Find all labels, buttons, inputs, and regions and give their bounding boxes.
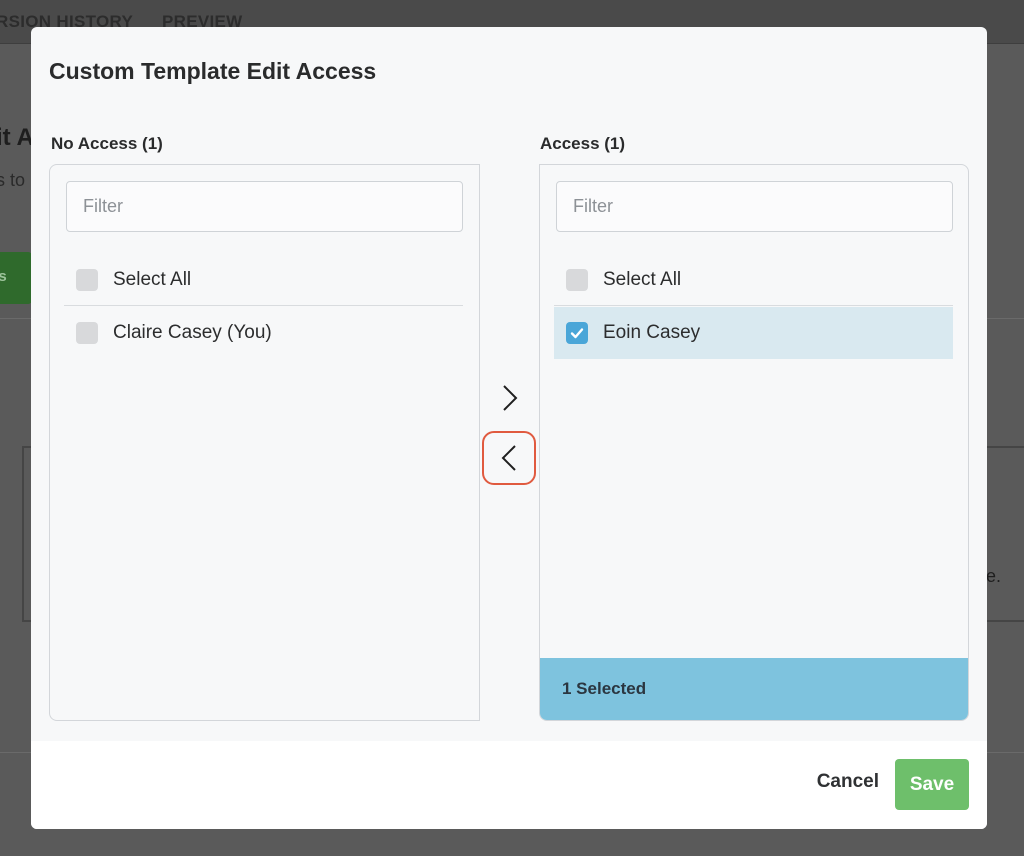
save-button[interactable]: Save [895, 759, 969, 810]
user-checkbox[interactable] [76, 322, 98, 344]
background-subtext: s to [0, 170, 26, 190]
no-access-panel: Select All Claire Casey (You) [49, 164, 480, 721]
background-button: ss [0, 252, 32, 304]
move-left-button[interactable] [482, 431, 536, 485]
background-text-fragment: e. [986, 566, 1002, 586]
select-all-checkbox[interactable] [566, 268, 588, 291]
selected-count-bar: 1 Selected [540, 658, 968, 720]
select-all-checkbox[interactable] [76, 268, 98, 291]
selected-count-text: 1 Selected [562, 679, 647, 698]
no-access-select-all[interactable]: Select All [64, 254, 463, 306]
user-name: Claire Casey (You) [113, 322, 272, 343]
check-icon [570, 328, 584, 339]
list-item-claire-casey[interactable]: Claire Casey (You) [64, 307, 463, 359]
move-right-button[interactable] [483, 371, 537, 425]
access-select-all[interactable]: Select All [554, 254, 953, 306]
select-all-label: Select All [603, 268, 682, 290]
access-panel: Select All Eoin Casey 1 Selected [539, 164, 969, 721]
list-item-eoin-casey[interactable]: Eoin Casey [554, 307, 953, 359]
access-label: Access (1) [540, 134, 626, 153]
chevron-right-icon [503, 385, 518, 411]
modal-footer: Cancel Save [31, 741, 987, 829]
user-name: Eoin Casey [603, 322, 701, 343]
user-checkbox[interactable] [566, 322, 588, 344]
chevron-left-icon [501, 445, 516, 471]
no-access-label: No Access (1) [51, 134, 163, 153]
select-all-label: Select All [113, 268, 192, 290]
edit-access-modal: Custom Template Edit Access No Access (1… [31, 27, 987, 829]
modal-title: Custom Template Edit Access [49, 58, 377, 84]
access-filter-input[interactable] [556, 181, 953, 232]
no-access-filter-input[interactable] [66, 181, 463, 232]
background-heading: it A [0, 124, 34, 151]
cancel-button[interactable]: Cancel [817, 771, 879, 793]
